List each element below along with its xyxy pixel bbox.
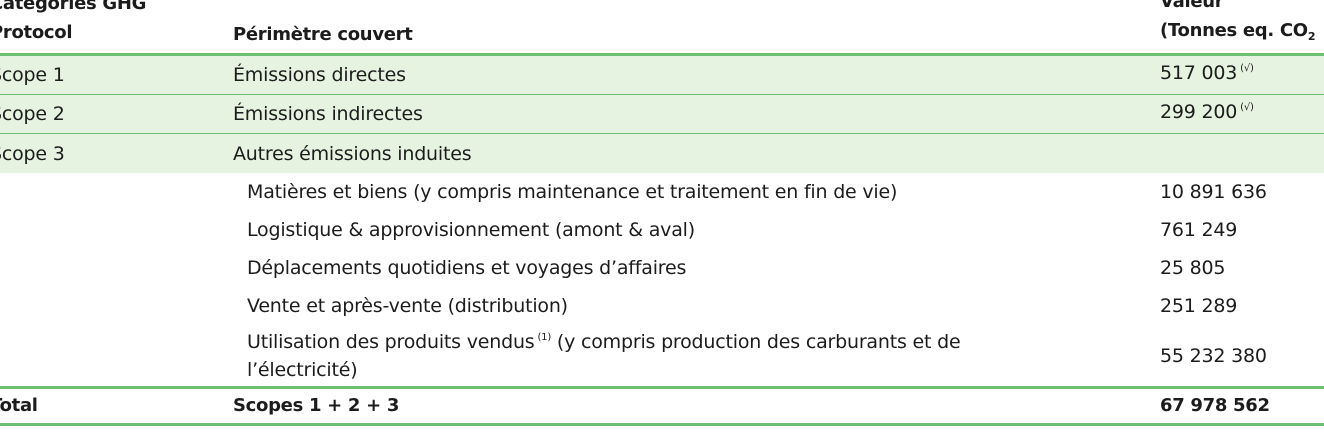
header-scope: Périmètre couvert <box>233 24 413 45</box>
ghg-emissions-table: Catégories GHG Protocol Périmètre couver… <box>0 0 1324 426</box>
table-row-scope1: Scope 1 Émissions directes 517 003(√) <box>0 56 1324 95</box>
sub-value: 251 289 <box>1160 295 1238 317</box>
total-value: 67 978 562 <box>1160 395 1270 416</box>
header-category-line1: Catégories GHG <box>0 0 147 14</box>
total-scope: Scopes 1 + 2 + 3 <box>233 395 400 416</box>
header-value-line1: Valeur <box>1160 0 1224 12</box>
header-category-line2: Protocol <box>0 22 73 43</box>
sub-label: Vente et après-vente (distribution) <box>247 295 568 317</box>
table-row-sub: Vente et après-vente (distribution) 251 … <box>0 287 1324 325</box>
category-cell: Scope 2 <box>0 103 65 125</box>
header-category: Catégories GHG Protocol <box>0 0 220 47</box>
scope-cell: Autres émissions induites <box>233 142 472 165</box>
value-text: 517 003 <box>1160 62 1238 84</box>
use-label-line2: l’électricité) <box>247 358 358 381</box>
table-row-scope2: Scope 2 Émissions indirectes 299 200(√) <box>0 95 1324 134</box>
sub-label: Déplacements quotidiens et voyages d’aff… <box>247 257 687 279</box>
use-label-line1: Utilisation des produits vendus (1) (y co… <box>247 330 1127 358</box>
scope-cell: Émissions indirectes <box>233 103 423 125</box>
value-text: 299 200 <box>1160 101 1238 123</box>
value-cell: 299 200 (√) <box>1160 100 1324 128</box>
use-label-end: (y compris production des carburants et … <box>556 330 961 353</box>
sub-value: 25 805 <box>1160 257 1226 279</box>
scope-cell: Émissions directes <box>233 64 406 86</box>
sub-label: Logistique & approvisionnement (amont & … <box>247 219 695 241</box>
sub-label: Matières et biens (y compris maintenance… <box>247 181 898 203</box>
category-cell: Scope 1 <box>0 64 65 86</box>
header-value: Valeur (Tonnes eq. CO2 <box>1160 0 1324 47</box>
footnote-ref: (1) <box>537 331 552 343</box>
table-row-use-of-products: Utilisation des produits vendus (1) (y co… <box>0 325 1324 386</box>
table-row-sub: Déplacements quotidiens et voyages d’aff… <box>0 249 1324 287</box>
sub-value: 10 891 636 <box>1160 181 1267 203</box>
header-value-unit: (Tonnes eq. CO <box>1160 20 1308 41</box>
use-value: 55 232 380 <box>1160 344 1267 367</box>
table-row-sub: Logistique & approvisionnement (amont & … <box>0 211 1324 249</box>
header-value-line2: (Tonnes eq. CO2 <box>1160 16 1324 47</box>
header-value-subscript: 2 <box>1307 30 1316 43</box>
sub-value: 761 249 <box>1160 219 1238 241</box>
table-row-sub: Matières et biens (y compris maintenance… <box>0 173 1324 211</box>
verified-mark: (√) <box>1240 102 1254 113</box>
use-label: Utilisation des produits vendus (1) (y co… <box>247 330 1127 382</box>
table-row-total: Total Scopes 1 + 2 + 3 67 978 562 <box>0 386 1324 426</box>
verified-mark: (√) <box>1240 63 1254 74</box>
total-label: Total <box>0 395 38 416</box>
table-header: Catégories GHG Protocol Périmètre couver… <box>0 0 1324 56</box>
value-cell: 517 003 (√) <box>1160 61 1324 89</box>
category-cell: Scope 3 <box>0 142 65 165</box>
use-label-start: Utilisation des produits vendus <box>247 330 535 353</box>
table-row-scope3: Scope 3 Autres émissions induites <box>0 134 1324 173</box>
